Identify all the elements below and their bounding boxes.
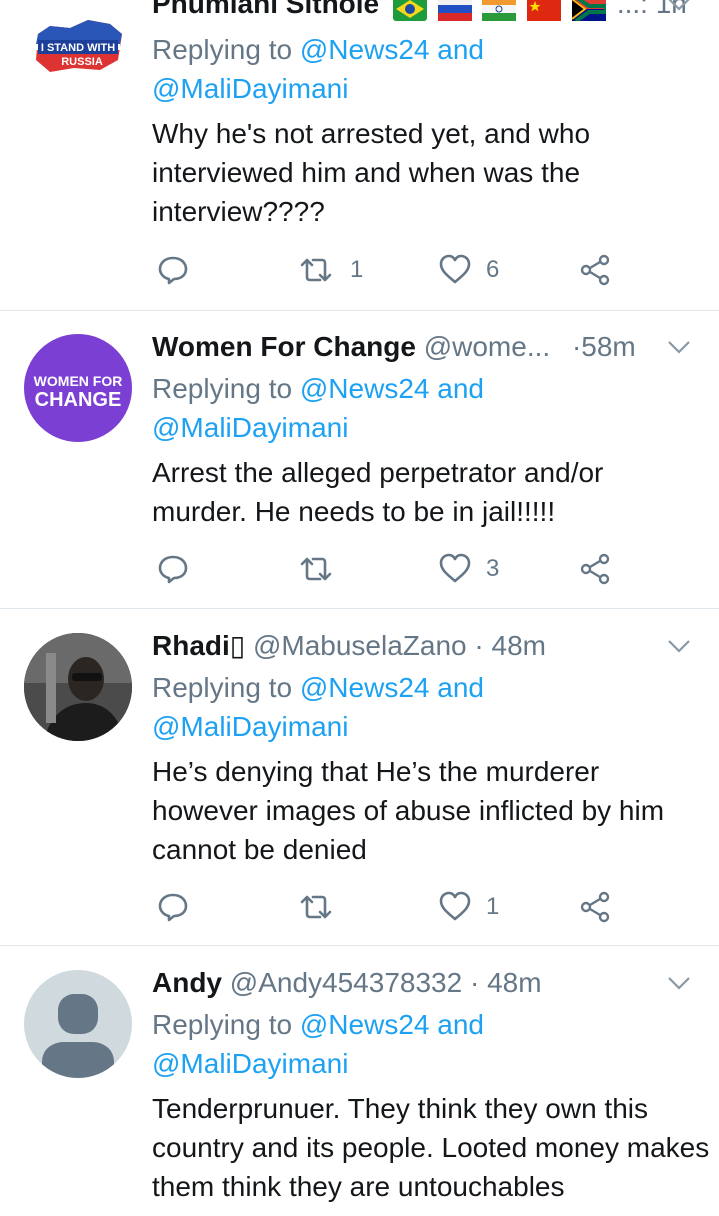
share-button[interactable] — [578, 250, 612, 290]
tweet-time: 48m — [491, 630, 546, 661]
avatar[interactable]: WOMEN FOR CHANGE — [24, 334, 132, 442]
south-africa-flag-icon — [572, 0, 607, 21]
user-handle[interactable]: @Andy454378332 — [230, 967, 462, 998]
user-photo — [24, 633, 132, 741]
like-icon — [438, 552, 472, 586]
mention-link[interactable]: @MaliDayimani — [152, 412, 348, 443]
brazil-flag-icon — [392, 0, 427, 21]
flag-emojis — [392, 0, 609, 25]
reply-icon — [156, 552, 190, 586]
mention-link[interactable]: @MaliDayimani — [152, 1048, 348, 1079]
tweet-text: He’s denying that He’s the murderer howe… — [152, 756, 665, 865]
like-count: 6 — [486, 256, 500, 283]
replying-prefix: Replying to — [152, 34, 300, 65]
retweet-button[interactable]: 1 — [296, 250, 363, 290]
reply-button[interactable] — [156, 549, 190, 589]
mention-link[interactable]: @News24 — [300, 1009, 430, 1040]
tweet-actions: 16 — [156, 250, 626, 290]
replying-to: Replying to @News24 and @MaliDayimani — [152, 369, 692, 447]
user-handle[interactable]: @wome... — [424, 331, 550, 362]
like-icon — [438, 253, 472, 287]
tweet[interactable]: I STAND WITH RUSSIA Phumlani Sithole ...… — [0, 0, 719, 311]
reply-icon — [156, 890, 190, 924]
like-button[interactable]: 1 — [438, 887, 499, 927]
tweet-header: Phumlani Sithole ...: 1h — [152, 0, 693, 22]
avatar-text-1: WOMEN FOR — [34, 373, 123, 389]
tweet-actions: 3 — [156, 549, 626, 589]
retweet-icon — [296, 253, 336, 287]
like-count: 3 — [486, 555, 500, 582]
mention-link[interactable]: @MaliDayimani — [152, 711, 348, 742]
separator-dot: · — [469, 967, 480, 998]
chevron-down-icon[interactable] — [665, 632, 693, 660]
retweet-button[interactable] — [296, 549, 350, 589]
tweet-time: 48m — [487, 967, 542, 998]
like-button[interactable]: 6 — [438, 250, 499, 290]
chevron-down-icon[interactable] — [665, 0, 693, 18]
replying-to: Replying to @News24 and @MaliDayimani — [152, 30, 692, 108]
and-text[interactable]: and — [437, 373, 484, 404]
display-name[interactable]: Women For Change — [152, 331, 416, 362]
retweet-icon — [296, 552, 336, 586]
and-text[interactable]: and — [437, 34, 484, 65]
and-text[interactable]: and — [437, 672, 484, 703]
avatar-text-1: I STAND WITH — [41, 42, 115, 54]
retweet-button[interactable] — [296, 887, 350, 927]
tweet-text: Arrest the alleged perpetrator and/or mu… — [152, 457, 604, 527]
retweet-icon — [296, 890, 336, 924]
retweet-count: 1 — [350, 256, 364, 283]
russia-flag-icon — [437, 0, 472, 21]
replying-prefix: Replying to — [152, 373, 300, 404]
tweet[interactable]: Andy @Andy454378332 · 48m Replying to @N… — [0, 946, 719, 1216]
user-handle[interactable]: @MabuselaZano — [253, 630, 467, 661]
replying-to: Replying to @News24 and @MaliDayimani — [152, 1005, 692, 1083]
default-avatar-icon — [42, 994, 114, 1078]
share-icon — [578, 890, 612, 924]
separator-dot: · — [571, 331, 582, 362]
tweet[interactable]: Rhadi▯ @MabuselaZano · 48m Replying to @… — [0, 609, 719, 946]
tweet-time: 58m — [581, 331, 636, 362]
avatar-text-2: RUSSIA — [61, 56, 103, 68]
like-button[interactable]: 3 — [438, 549, 499, 589]
chevron-down-icon[interactable] — [665, 333, 693, 361]
reply-icon — [156, 253, 190, 287]
mention-link[interactable]: @News24 — [300, 672, 430, 703]
replying-prefix: Replying to — [152, 672, 300, 703]
share-icon — [578, 253, 612, 287]
mention-link[interactable]: @News24 — [300, 373, 430, 404]
avatar[interactable] — [24, 633, 132, 741]
reply-button[interactable] — [156, 250, 190, 290]
tweet-actions: 1 — [156, 887, 626, 927]
separator-dot: · — [474, 630, 484, 661]
display-name[interactable]: Rhadi▯ — [152, 630, 245, 661]
avatar[interactable]: I STAND WITH RUSSIA — [30, 0, 126, 96]
china-flag-icon — [527, 0, 562, 21]
chevron-down-icon[interactable] — [665, 969, 693, 997]
like-count: 1 — [486, 893, 500, 920]
mention-link[interactable]: @MaliDayimani — [152, 73, 348, 104]
share-button[interactable] — [578, 549, 612, 589]
avatar-text-2: CHANGE — [35, 389, 122, 411]
tweet-text: Why he's not arrested yet, and who inter… — [152, 118, 591, 227]
display-name[interactable]: Andy — [152, 967, 222, 998]
tweet[interactable]: WOMEN FOR CHANGE Women For Change @wome.… — [0, 310, 719, 609]
display-name[interactable]: Phumlani Sithole — [152, 0, 379, 19]
ellipsis: ...: — [616, 0, 648, 19]
share-icon — [578, 552, 612, 586]
mention-link[interactable]: @News24 — [300, 34, 430, 65]
reply-button[interactable] — [156, 887, 190, 927]
i-stand-with-russia-avatar: I STAND WITH RUSSIA — [36, 20, 122, 72]
tweet-header: Women For Change @wome... ·58m — [152, 329, 693, 365]
and-text[interactable]: and — [437, 1009, 484, 1040]
tweet-text: Tenderprunuer. They think they own this … — [152, 1093, 710, 1202]
tweet-header: Rhadi▯ @MabuselaZano · 48m — [152, 628, 693, 664]
replying-prefix: Replying to — [152, 1009, 300, 1040]
tweet-header: Andy @Andy454378332 · 48m — [152, 965, 693, 1001]
share-button[interactable] — [578, 887, 612, 927]
like-icon — [438, 890, 472, 924]
replying-to: Replying to @News24 and @MaliDayimani — [152, 668, 692, 746]
india-flag-icon — [482, 0, 517, 21]
avatar[interactable] — [24, 970, 132, 1078]
women-for-change-logo: WOMEN FOR CHANGE — [34, 373, 123, 411]
